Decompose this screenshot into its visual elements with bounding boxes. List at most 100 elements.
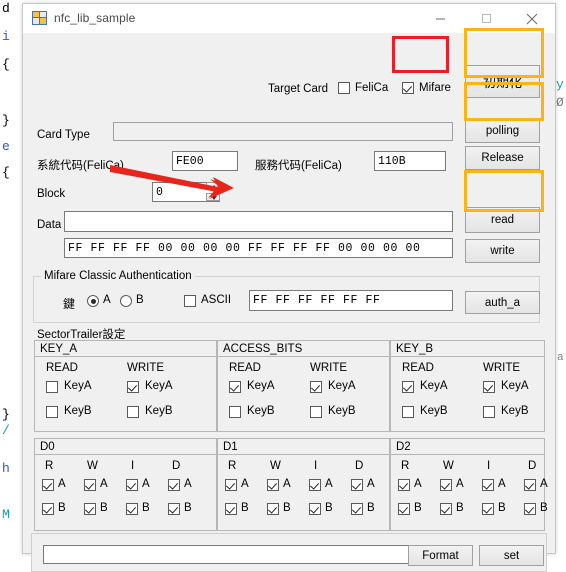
key-a-radio[interactable] xyxy=(87,295,99,307)
data-input[interactable] xyxy=(64,211,453,232)
card-type-input[interactable] xyxy=(113,122,453,141)
felica-checkbox[interactable] xyxy=(338,82,350,94)
panel-d0-title: D0 xyxy=(35,439,216,455)
d1-w-a-checkbox[interactable] xyxy=(267,479,279,491)
d2-w-a-checkbox[interactable] xyxy=(440,479,452,491)
format-button[interactable]: Format xyxy=(408,545,473,566)
panel-d1: D1 R W I D A B A B A B A B xyxy=(217,438,390,531)
key-b-read-keya-checkbox[interactable] xyxy=(402,381,414,393)
d1-i-b-checkbox[interactable] xyxy=(309,503,321,515)
d0-w-header: W xyxy=(87,460,98,472)
d2-i-a-checkbox[interactable] xyxy=(482,479,494,491)
card-type-label: Card Type xyxy=(37,129,90,141)
polling-button[interactable]: polling xyxy=(465,118,540,143)
d2-d-b-checkbox[interactable] xyxy=(524,503,536,515)
key-b-write-keya-label: KeyA xyxy=(501,380,529,392)
bg-code-glyph: } xyxy=(2,407,10,422)
d1-r-a-checkbox[interactable] xyxy=(225,479,237,491)
ascii-checkbox[interactable] xyxy=(184,295,196,307)
key-a-radio-label: A xyxy=(103,294,111,306)
title-bar: nfc_lib_sample xyxy=(23,4,555,34)
d0-w-b-checkbox[interactable] xyxy=(84,503,96,515)
panel-access-bits-title: ACCESS_BITS xyxy=(218,341,389,357)
key-a-read-keya-checkbox[interactable] xyxy=(46,381,58,393)
red-arrow-annotation xyxy=(110,165,234,199)
d0-d-b-checkbox[interactable] xyxy=(168,503,180,515)
maximize-button[interactable] xyxy=(463,4,509,33)
mifare-auth-group-label: Mifare Classic Authentication xyxy=(41,270,195,282)
key-a-write-header: WRITE xyxy=(127,362,165,374)
close-button[interactable] xyxy=(509,4,555,33)
d0-d-a-checkbox[interactable] xyxy=(168,479,180,491)
key-a-write-keyb-checkbox[interactable] xyxy=(127,406,139,418)
key-a-read-keyb-checkbox[interactable] xyxy=(46,406,58,418)
d0-i-b-checkbox[interactable] xyxy=(126,503,138,515)
key-b-read-keyb-checkbox[interactable] xyxy=(402,406,414,418)
d1-w-a-label: A xyxy=(283,478,291,490)
set-button[interactable]: set xyxy=(479,545,544,566)
d2-i-a-label: A xyxy=(498,478,506,490)
panel-d1-title: D1 xyxy=(218,439,389,455)
d2-w-b-label: B xyxy=(456,502,464,514)
access-bits-read-keyb-checkbox[interactable] xyxy=(229,406,241,418)
access-bits-write-keyb-label: KeyB xyxy=(328,405,356,417)
d0-r-a-label: A xyxy=(58,478,66,490)
d2-d-a-checkbox[interactable] xyxy=(524,479,536,491)
d2-i-b-checkbox[interactable] xyxy=(482,503,494,515)
d1-w-b-label: B xyxy=(283,502,291,514)
panel-d2: D2 R W I D A B A B A B A B xyxy=(390,438,548,531)
auth-a-button[interactable]: auth_a xyxy=(465,291,540,314)
mifare-checkbox[interactable] xyxy=(402,82,414,94)
key-b-radio-label: B xyxy=(136,294,144,306)
access-bits-read-keya-checkbox[interactable] xyxy=(229,381,241,393)
write-button[interactable]: write xyxy=(465,239,540,263)
access-bits-write-keyb-checkbox[interactable] xyxy=(310,406,322,418)
key-a-read-keya-label: KeyA xyxy=(64,380,92,392)
bg-code-glyph: e xyxy=(2,139,10,154)
d0-i-header: I xyxy=(131,460,135,472)
bg-code-glyph: { xyxy=(2,165,10,180)
access-bits-write-keya-label: KeyA xyxy=(328,380,356,392)
d0-i-a-checkbox[interactable] xyxy=(126,479,138,491)
key-b-write-keyb-checkbox[interactable] xyxy=(483,406,495,418)
release-button[interactable]: Release xyxy=(465,146,540,170)
key-a-write-keya-checkbox[interactable] xyxy=(127,381,139,393)
d1-i-a-checkbox[interactable] xyxy=(309,479,321,491)
panel-access-bits: ACCESS_BITS READ WRITE KeyA KeyB KeyA Ke… xyxy=(217,340,390,432)
d2-r-b-checkbox[interactable] xyxy=(398,503,410,515)
d0-r-header: R xyxy=(45,460,54,472)
d2-r-a-checkbox[interactable] xyxy=(398,479,410,491)
d1-r-b-checkbox[interactable] xyxy=(225,503,237,515)
minimize-button[interactable] xyxy=(417,4,463,33)
key-a-write-keya-label: KeyA xyxy=(145,380,173,392)
data-hex-input[interactable]: FF FF FF FF 00 00 00 00 FF FF FF FF 00 0… xyxy=(64,238,453,258)
auth-key-input[interactable]: FF FF FF FF FF FF xyxy=(249,290,453,311)
d0-d-header: D xyxy=(172,460,181,472)
d0-r-b-checkbox[interactable] xyxy=(42,503,54,515)
d0-r-a-checkbox[interactable] xyxy=(42,479,54,491)
key-b-write-keya-checkbox[interactable] xyxy=(483,381,495,393)
init-button[interactable]: 初期化 xyxy=(465,65,540,98)
d1-d-b-checkbox[interactable] xyxy=(351,503,363,515)
footer-input[interactable] xyxy=(43,545,415,564)
key-b-radio[interactable] xyxy=(120,295,132,307)
service-code-input[interactable]: 110B xyxy=(374,151,446,171)
d2-d-header: D xyxy=(528,460,537,472)
d1-r-a-label: A xyxy=(241,478,249,490)
window-client-area: Target Card FeliCa Mifare Card Type 系統代码… xyxy=(23,33,555,572)
key-b-read-header: READ xyxy=(402,362,434,374)
d0-r-b-label: B xyxy=(58,502,66,514)
d0-d-b-label: B xyxy=(184,502,192,514)
access-bits-write-keya-checkbox[interactable] xyxy=(310,381,322,393)
d1-w-b-checkbox[interactable] xyxy=(267,503,279,515)
d1-d-a-checkbox[interactable] xyxy=(351,479,363,491)
d1-i-a-label: A xyxy=(325,478,333,490)
key-a-read-keyb-label: KeyB xyxy=(64,405,92,417)
d0-w-a-checkbox[interactable] xyxy=(84,479,96,491)
d2-r-header: R xyxy=(401,460,410,472)
bg-code-glyph: i xyxy=(2,29,10,44)
data-label: Data xyxy=(37,219,62,231)
read-button[interactable]: read xyxy=(465,207,540,233)
d2-w-b-checkbox[interactable] xyxy=(440,503,452,515)
close-icon xyxy=(526,13,538,24)
